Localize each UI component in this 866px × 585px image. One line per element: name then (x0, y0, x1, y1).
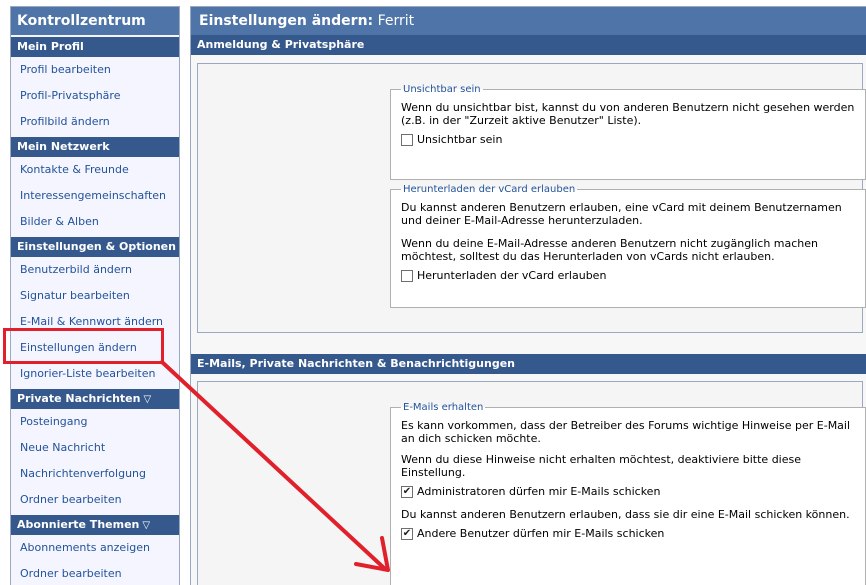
triangle-down-icon: ▽ (142, 520, 151, 531)
sidebar-item-albums[interactable]: Bilder & Alben (11, 209, 179, 235)
sidebar-item-profile-picture[interactable]: Profilbild ändern (11, 109, 179, 135)
vcard-fieldset: Herunterladen der vCard erlauben Du kann… (390, 184, 866, 308)
sidebar-section-my-network: Mein Netzwerk (11, 137, 179, 157)
sidebar-item-view-subscriptions[interactable]: Abonnements anzeigen (11, 535, 179, 561)
sidebar-section-subscribed-threads[interactable]: Abonnierte Themen ▽ (11, 515, 179, 535)
invisible-checkbox-label: Unsichtbar sein (417, 133, 503, 146)
vcard-description: Du kannst anderen Benutzern erlauben, ei… (401, 201, 842, 227)
sidebar-item-message-tracking[interactable]: Nachrichtenverfolgung (11, 461, 179, 487)
main-content: Einstellungen ändern: Ferrit Anmeldung &… (190, 6, 866, 585)
admin-email-option[interactable]: ✔ Administratoren dürfen mir E-Mails sch… (401, 485, 855, 498)
sidebar-item-signature[interactable]: Signatur bearbeiten (11, 283, 179, 309)
admin-email-checkbox[interactable]: ✔ (401, 485, 413, 498)
sidebar-section-settings: Einstellungen & Optionen (11, 237, 179, 257)
email-receive-legend: E-Mails erhalten (403, 402, 484, 413)
sidebar-item-ignore-list[interactable]: Ignorier-Liste bearbeiten (11, 361, 179, 387)
sidebar-item-profile-privacy[interactable]: Profil-Privatsphäre (11, 83, 179, 109)
sidebar-item-edit-folders[interactable]: Ordner bearbeiten (11, 487, 179, 513)
checkmark-icon: ✔ (402, 527, 412, 539)
invisible-legend: Unsichtbar sein (403, 84, 481, 95)
sidebar-item-inbox[interactable]: Posteingang (11, 409, 179, 435)
invisible-option[interactable]: Unsichtbar sein (401, 133, 855, 146)
login-privacy-panel: Unsichtbar sein Wenn du unsichtbar bist,… (197, 63, 866, 333)
control-panel-title: Kontrollzentrum (11, 7, 179, 35)
email-receive-description: Es kann vorkommen, dass der Betreiber de… (401, 419, 851, 445)
email-receive-note: Wenn du diese Hinweise nicht erhalten mö… (401, 453, 802, 479)
sidebar-section-private-messages[interactable]: Private Nachrichten ▽ (11, 389, 179, 409)
sidebar-item-groups[interactable]: Interessengemeinschaften (11, 183, 179, 209)
vcard-checkbox-label: Herunterladen der vCard erlauben (417, 269, 607, 282)
user-email-option[interactable]: ✔ Andere Benutzer dürfen mir E-Mails sch… (401, 527, 855, 540)
annotation-highlight-box (3, 328, 164, 364)
section-header-login-privacy: Anmeldung & Privatsphäre (191, 35, 866, 55)
control-panel-sidebar: Kontrollzentrum Mein Profil Profil bearb… (10, 6, 180, 585)
admin-email-checkbox-label: Administratoren dürfen mir E-Mails schic… (417, 485, 661, 498)
user-email-checkbox[interactable]: ✔ (401, 527, 413, 540)
sidebar-item-edit-profile[interactable]: Profil bearbeiten (11, 57, 179, 83)
user-email-description: Du kannst anderen Benutzern erlauben, da… (401, 508, 850, 521)
sidebar-item-new-message[interactable]: Neue Nachricht (11, 435, 179, 461)
vcard-checkbox[interactable] (401, 269, 413, 282)
triangle-down-icon: ▽ (143, 394, 152, 405)
email-receive-fieldset: E-Mails erhalten Es kann vorkommen, dass… (390, 402, 866, 585)
sidebar-item-avatar[interactable]: Benutzerbild ändern (11, 257, 179, 283)
invisible-checkbox[interactable] (401, 133, 413, 146)
page-title: Einstellungen ändern: Ferrit (191, 7, 866, 35)
sidebar-item-contacts[interactable]: Kontakte & Freunde (11, 157, 179, 183)
vcard-legend: Herunterladen der vCard erlauben (403, 184, 576, 195)
email-pm-panel: E-Mails erhalten Es kann vorkommen, dass… (197, 381, 866, 585)
invisible-fieldset: Unsichtbar sein Wenn du unsichtbar bist,… (390, 84, 866, 180)
sidebar-section-my-profile: Mein Profil (11, 37, 179, 57)
sidebar-item-subscription-folders[interactable]: Ordner bearbeiten (11, 561, 179, 585)
checkmark-icon: ✔ (402, 485, 412, 497)
vcard-note: Wenn du deine E-Mail-Adresse anderen Ben… (401, 237, 819, 263)
user-email-checkbox-label: Andere Benutzer dürfen mir E-Mails schic… (417, 527, 665, 540)
vcard-option[interactable]: Herunterladen der vCard erlauben (401, 269, 855, 282)
section-header-email-pm: E-Mails, Private Nachrichten & Benachric… (191, 354, 866, 374)
invisible-description: Wenn du unsichtbar bist, kannst du von a… (401, 101, 855, 127)
